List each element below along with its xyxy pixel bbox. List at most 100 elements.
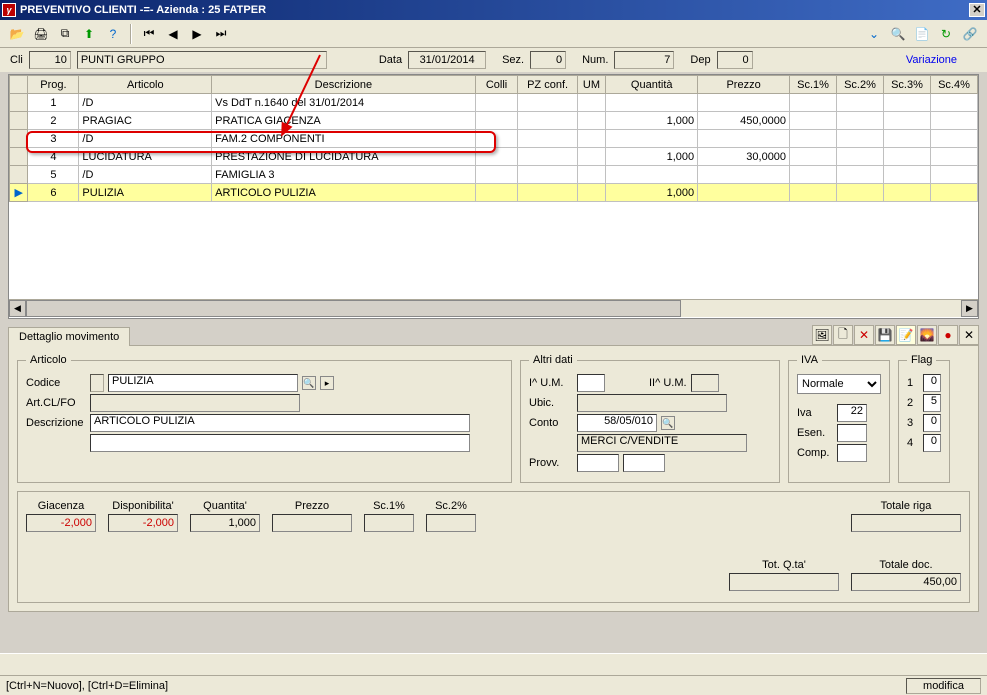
codice-more-icon[interactable]: ▸ — [320, 376, 334, 390]
comp-input[interactable] — [837, 444, 867, 462]
table-row[interactable]: 1/DVs DdT n.1640 del 31/01/2014 — [10, 94, 978, 112]
cell-colli[interactable] — [475, 184, 518, 202]
cell-um[interactable] — [577, 148, 606, 166]
cell-prz[interactable]: 30,0000 — [698, 148, 790, 166]
flag4-input[interactable]: 0 — [923, 434, 941, 452]
doc-icon[interactable]: 📄 — [911, 23, 933, 45]
cli-name-field[interactable]: PUNTI GRUPPO — [77, 51, 327, 69]
cell-qta[interactable] — [606, 166, 698, 184]
scroll-left-icon[interactable]: ◀ — [9, 300, 26, 317]
cell-s1[interactable] — [790, 166, 837, 184]
cell-pz[interactable] — [518, 94, 577, 112]
cell-s3[interactable] — [883, 94, 930, 112]
provv2-input[interactable] — [623, 454, 665, 472]
conto-search-icon[interactable]: 🔍 — [661, 416, 675, 430]
flag1-input[interactable]: 0 — [923, 374, 941, 392]
cell-s2[interactable] — [837, 130, 884, 148]
col-sc2[interactable]: Sc.2% — [837, 76, 884, 94]
col-um[interactable]: UM — [577, 76, 606, 94]
grid-hscroll[interactable]: ◀ ▶ — [9, 299, 978, 317]
cell-qta[interactable] — [606, 130, 698, 148]
scroll-right-icon[interactable]: ▶ — [961, 300, 978, 317]
cell-colli[interactable] — [475, 94, 518, 112]
num-field[interactable]: 7 — [614, 51, 674, 69]
cell-prz[interactable] — [698, 184, 790, 202]
refresh-icon[interactable]: ↻ — [935, 23, 957, 45]
cell-s4[interactable] — [930, 130, 977, 148]
sez-field[interactable]: 0 — [530, 51, 566, 69]
table-row[interactable]: 5/DFAMIGLIA 3 — [10, 166, 978, 184]
cell-colli[interactable] — [475, 148, 518, 166]
cell-s4[interactable] — [930, 184, 977, 202]
cell-colli[interactable] — [475, 166, 518, 184]
cell-qta[interactable]: 1,000 — [606, 148, 698, 166]
tool-tools-icon[interactable]: ✕ — [959, 325, 979, 345]
cell-s1[interactable] — [790, 94, 837, 112]
cell-prog[interactable]: 4 — [28, 148, 79, 166]
data-grid[interactable]: Prog. Articolo Descrizione Colli PZ conf… — [9, 75, 978, 202]
codice-prefix[interactable] — [90, 374, 104, 392]
ium-input[interactable] — [577, 374, 605, 392]
copy-icon[interactable]: ⧉ — [54, 23, 76, 45]
nav-next-icon[interactable]: ▶ — [186, 23, 208, 45]
cell-colli[interactable] — [475, 112, 518, 130]
cell-s1[interactable] — [790, 148, 837, 166]
cell-s1[interactable] — [790, 130, 837, 148]
cell-s4[interactable] — [930, 94, 977, 112]
tool-pic-icon[interactable]: 🌄 — [917, 325, 937, 345]
cell-pz[interactable] — [518, 166, 577, 184]
cell-art[interactable]: LUCIDATURA — [79, 148, 212, 166]
cell-s3[interactable] — [883, 148, 930, 166]
row-header[interactable]: ▶ — [10, 184, 28, 202]
desc2-input[interactable] — [90, 434, 470, 452]
row-header[interactable] — [10, 112, 28, 130]
cli-num-field[interactable]: 10 — [29, 51, 71, 69]
cell-pz[interactable] — [518, 130, 577, 148]
nav-last-icon[interactable]: ⏭ — [210, 23, 232, 45]
conto-input[interactable]: 58/05/010 — [577, 414, 657, 432]
cell-pz[interactable] — [518, 112, 577, 130]
cell-s2[interactable] — [837, 94, 884, 112]
tool-save-icon[interactable]: 💾 — [875, 325, 895, 345]
cell-prz[interactable] — [698, 130, 790, 148]
cell-qta[interactable]: 1,000 — [606, 112, 698, 130]
cell-prz[interactable] — [698, 166, 790, 184]
flag3-input[interactable]: 0 — [923, 414, 941, 432]
close-button[interactable]: ✕ — [969, 3, 985, 17]
cell-prog[interactable]: 6 — [28, 184, 79, 202]
table-row[interactable]: ▶6PULIZIAARTICOLO PULIZIA1,000 — [10, 184, 978, 202]
cell-s4[interactable] — [930, 148, 977, 166]
link-icon[interactable]: 🔗 — [959, 23, 981, 45]
cell-prog[interactable]: 5 — [28, 166, 79, 184]
artclfo-input[interactable] — [90, 394, 300, 412]
col-sc4[interactable]: Sc.4% — [930, 76, 977, 94]
cell-desc[interactable]: FAM.2 COMPONENTI — [212, 130, 475, 148]
cell-prz[interactable]: 450,0000 — [698, 112, 790, 130]
flag2-input[interactable]: 5 — [923, 394, 941, 412]
help-icon[interactable]: ? — [102, 23, 124, 45]
table-row[interactable]: 3/DFAM.2 COMPONENTI — [10, 130, 978, 148]
cell-s2[interactable] — [837, 184, 884, 202]
cell-art[interactable]: PRAGIAC — [79, 112, 212, 130]
cell-desc[interactable]: FAMIGLIA 3 — [212, 166, 475, 184]
cell-prog[interactable]: 1 — [28, 94, 79, 112]
cell-desc[interactable]: ARTICOLO PULIZIA — [212, 184, 475, 202]
chevron-down-icon[interactable]: ⌄ — [863, 23, 885, 45]
cell-s1[interactable] — [790, 184, 837, 202]
col-pzconf[interactable]: PZ conf. — [518, 76, 577, 94]
cell-s4[interactable] — [930, 166, 977, 184]
cell-s4[interactable] — [930, 112, 977, 130]
cell-um[interactable] — [577, 184, 606, 202]
cell-prog[interactable]: 2 — [28, 112, 79, 130]
cell-qta[interactable]: 1,000 — [606, 184, 698, 202]
row-header[interactable] — [10, 94, 28, 112]
open-icon[interactable]: 📂 — [6, 23, 28, 45]
cell-um[interactable] — [577, 166, 606, 184]
cell-um[interactable] — [577, 94, 606, 112]
desc-input[interactable]: ARTICOLO PULIZIA — [90, 414, 470, 432]
col-prog[interactable]: Prog. — [28, 76, 79, 94]
cell-desc[interactable]: PRESTAZIONE DI LUCIDATURA — [212, 148, 475, 166]
iva-input[interactable]: 22 — [837, 404, 867, 422]
cell-desc[interactable]: PRATICA GIACENZA — [212, 112, 475, 130]
cell-um[interactable] — [577, 130, 606, 148]
